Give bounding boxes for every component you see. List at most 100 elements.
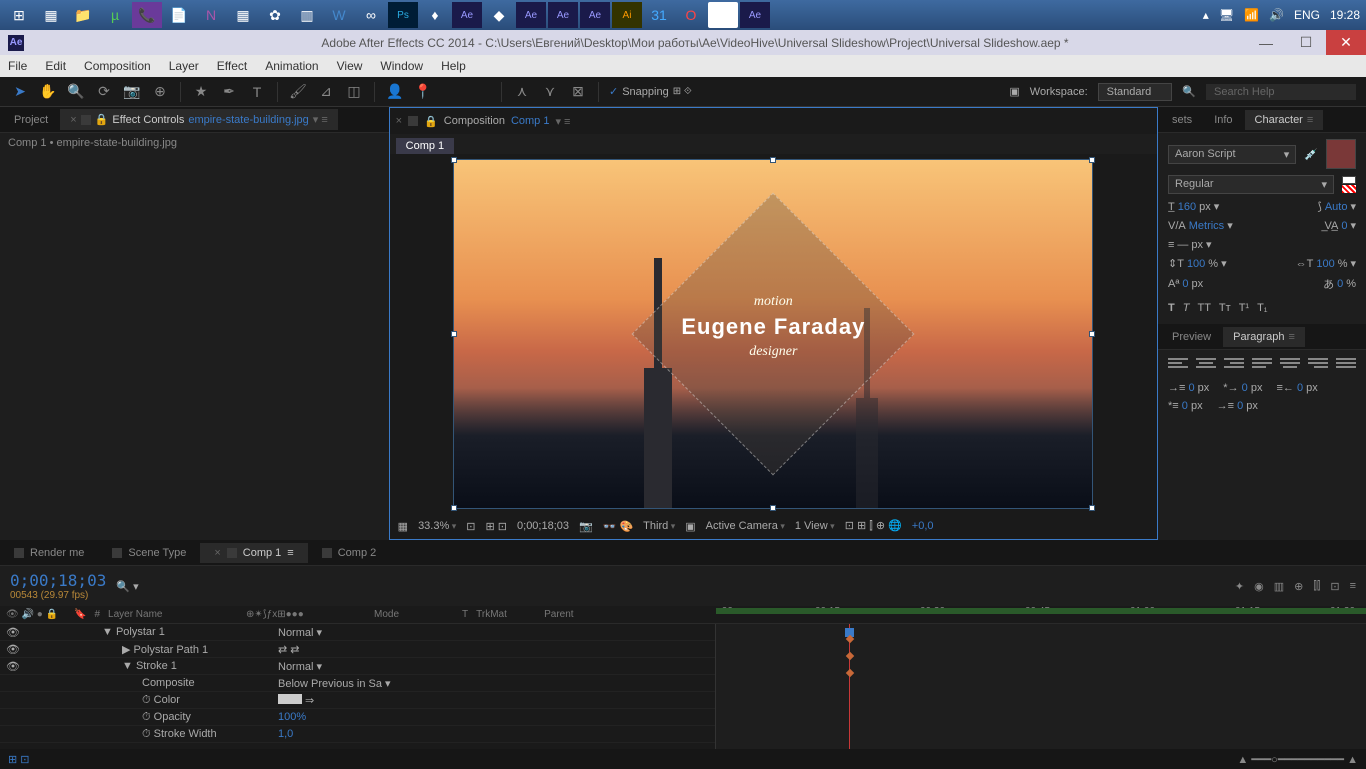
italic-button[interactable]: T: [1183, 302, 1190, 314]
justify-left-button[interactable]: [1252, 358, 1272, 374]
view-dropdown[interactable]: 1 View: [795, 520, 835, 532]
roi-icon[interactable]: ▣: [685, 520, 695, 533]
search-input[interactable]: Search Help: [1206, 84, 1356, 100]
lock-icon[interactable]: 🔒: [424, 115, 438, 128]
tb-viber[interactable]: 📞: [132, 2, 162, 28]
pen-tool[interactable]: ✒: [219, 82, 239, 102]
tb-app[interactable]: 📄: [164, 2, 194, 28]
layer-row[interactable]: 👁▶ Polystar Path 1⇄ ⇄: [0, 641, 715, 658]
tb-ae[interactable]: Ae: [580, 2, 610, 28]
tray-icon[interactable]: ▴: [1203, 8, 1209, 22]
tl-icon[interactable]: ◉: [1254, 580, 1264, 593]
timeline-timecode[interactable]: 0;00;18;03: [10, 571, 106, 590]
snapshot-icon[interactable]: 📷: [579, 520, 593, 533]
menu-edit[interactable]: Edit: [45, 59, 66, 73]
timeline-tracks[interactable]: [715, 624, 1366, 749]
zoom-slider[interactable]: ▲ ━━━○━━━━━━━━━━ ▲: [1237, 753, 1358, 766]
view-icons[interactable]: ⊡ ⊞ ⫿ ⊕ 🌐: [845, 519, 902, 533]
close-tab-icon[interactable]: ×: [396, 115, 402, 127]
tb-ps[interactable]: Ps: [388, 2, 418, 28]
panel-menu-icon[interactable]: ▾ ≡: [555, 115, 570, 128]
layer-row[interactable]: 👁▼ Stroke 1Normal ▾: [0, 658, 715, 675]
tray-volume-icon[interactable]: 🔊: [1269, 8, 1284, 22]
justify-center-button[interactable]: [1280, 358, 1300, 374]
leading[interactable]: Auto: [1325, 201, 1348, 213]
smallcaps-button[interactable]: Tᴛ: [1219, 302, 1231, 314]
tab-project[interactable]: Project: [4, 110, 58, 130]
tsume[interactable]: 0: [1337, 278, 1343, 290]
tray-lang[interactable]: ENG: [1294, 8, 1320, 22]
tb-app[interactable]: ✿: [260, 2, 290, 28]
viewer-time[interactable]: 0;00;18;03: [517, 520, 569, 532]
tb-app[interactable]: ♦: [420, 2, 450, 28]
composition-viewer[interactable]: motion Eugene Faraday designer: [390, 154, 1157, 513]
font-dropdown[interactable]: Aaron Script▾: [1168, 145, 1296, 164]
tl-tab-comp2[interactable]: Comp 2: [308, 543, 391, 563]
workspace-dropdown[interactable]: Standard: [1098, 83, 1173, 101]
tb-app[interactable]: ∞: [356, 2, 386, 28]
shape-tool[interactable]: ★: [191, 82, 211, 102]
menu-effect[interactable]: Effect: [217, 59, 247, 73]
align-center-button[interactable]: [1196, 358, 1216, 374]
camera-dropdown[interactable]: Active Camera: [706, 520, 785, 532]
tb-ai[interactable]: Ai: [612, 2, 642, 28]
style-dropdown[interactable]: Regular▾: [1168, 175, 1334, 194]
tab-preview[interactable]: Preview: [1162, 327, 1221, 347]
fill-swatch[interactable]: [1326, 139, 1356, 169]
allcaps-button[interactable]: TT: [1197, 302, 1210, 314]
tab-effect-controls[interactable]: × 🔒 Effect Controls empire-state-buildin…: [60, 109, 338, 130]
quality-dropdown[interactable]: Third: [643, 520, 675, 532]
maximize-button[interactable]: ☐: [1286, 30, 1326, 55]
tray-icon[interactable]: 📶: [1244, 8, 1259, 22]
zoom-dropdown[interactable]: 33.3%: [418, 520, 456, 532]
menu-window[interactable]: Window: [380, 59, 423, 73]
tb-opera[interactable]: O: [676, 2, 706, 28]
camera-tool[interactable]: 📷: [122, 82, 142, 102]
tb-app[interactable]: ▦: [228, 2, 258, 28]
tab-info[interactable]: Info: [1204, 110, 1242, 130]
tb-chrome[interactable]: ◉: [708, 2, 738, 28]
search-icon[interactable]: 🔍 ▾: [116, 580, 138, 593]
tb-app[interactable]: µ: [100, 2, 130, 28]
toggle-switches-icon[interactable]: ⊞ ⊡: [8, 753, 30, 766]
layer-row[interactable]: CompositeBelow Previous in Sa ▾: [0, 675, 715, 692]
tl-icon[interactable]: ⫿⫿: [1313, 580, 1320, 593]
tb-app[interactable]: ▥: [292, 2, 322, 28]
superscript-button[interactable]: T¹: [1239, 302, 1249, 314]
bold-button[interactable]: T: [1168, 302, 1175, 314]
tracking[interactable]: 0: [1341, 220, 1347, 232]
brush-tool[interactable]: 🖌: [288, 82, 308, 102]
vscale[interactable]: 100: [1187, 258, 1205, 270]
justify-all-button[interactable]: [1336, 358, 1356, 374]
minimize-button[interactable]: —: [1246, 30, 1286, 55]
axis-view-icon[interactable]: ⊠: [568, 82, 588, 102]
tb-app[interactable]: ◆: [484, 2, 514, 28]
menu-layer[interactable]: Layer: [169, 59, 199, 73]
align-right-button[interactable]: [1224, 358, 1244, 374]
baseline[interactable]: 0: [1182, 278, 1188, 290]
layer-row[interactable]: 👁▼ Polystar 1Normal ▾: [0, 624, 715, 641]
hscale[interactable]: 100: [1316, 258, 1334, 270]
text-tool[interactable]: T: [247, 82, 267, 102]
anchor-tool[interactable]: ⊕: [150, 82, 170, 102]
menu-file[interactable]: File: [8, 59, 27, 73]
menu-help[interactable]: Help: [441, 59, 466, 73]
tl-tab-comp1[interactable]: × Comp 1 ≡: [200, 543, 307, 563]
pin-tool[interactable]: 📍: [413, 82, 433, 102]
justify-right-button[interactable]: [1308, 358, 1328, 374]
rotate-tool[interactable]: ⟳: [94, 82, 114, 102]
stamp-tool[interactable]: ⊿: [316, 82, 336, 102]
layer-row[interactable]: ⏱ Stroke Width1,0: [0, 726, 715, 743]
channel-icon[interactable]: 👓 🎨: [603, 520, 633, 533]
tb-app[interactable]: N: [196, 2, 226, 28]
eraser-tool[interactable]: ◫: [344, 82, 364, 102]
dslr-icon[interactable]: ▣: [1009, 85, 1019, 98]
layer-row[interactable]: ⏱ Opacity100%: [0, 709, 715, 726]
tb-ae-active[interactable]: Ae: [740, 2, 770, 28]
tl-tab-render[interactable]: Render me: [0, 543, 98, 563]
menu-animation[interactable]: Animation: [265, 59, 318, 73]
eyedropper-icon[interactable]: 💉: [1304, 148, 1318, 161]
menu-view[interactable]: View: [337, 59, 363, 73]
tab-paragraph[interactable]: Paragraph ≡: [1223, 327, 1305, 347]
comp-panel-target[interactable]: Comp 1: [511, 115, 550, 127]
